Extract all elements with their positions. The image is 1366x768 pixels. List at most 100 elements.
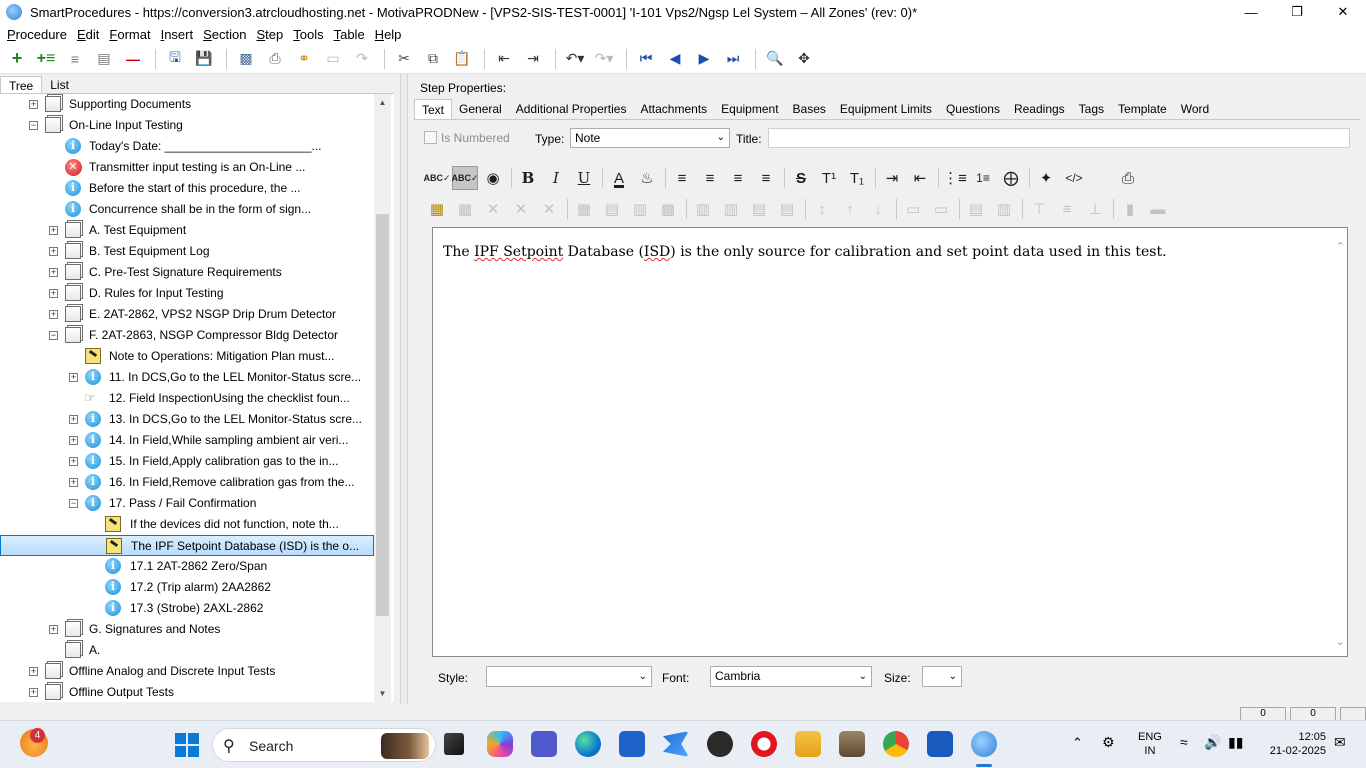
panel-splitter[interactable] xyxy=(400,74,408,704)
teams-icon[interactable] xyxy=(531,731,557,757)
expand-icon[interactable]: + xyxy=(49,247,58,256)
bold-icon[interactable]: B xyxy=(515,166,541,190)
insert-row-below-icon[interactable]: ▤ xyxy=(774,197,800,221)
paste-icon[interactable]: 📋 xyxy=(449,46,475,72)
battery-icon[interactable]: ▮▮ xyxy=(1228,734,1243,751)
tab-additional-properties[interactable]: Additional Properties xyxy=(509,99,634,119)
task-view-icon[interactable] xyxy=(444,733,464,755)
merge-down-icon[interactable]: ↓ xyxy=(865,197,891,221)
add-icon[interactable]: + xyxy=(4,46,30,72)
split-cells-icon[interactable]: ▭ xyxy=(928,197,954,221)
valign-top-icon[interactable]: ⊤ xyxy=(1026,197,1052,221)
tree-item[interactable]: i 17.1 2AT-2862 Zero/Span xyxy=(0,556,374,577)
select-column-icon[interactable]: ▥ xyxy=(991,197,1017,221)
increase-indent-icon[interactable]: ⇥ xyxy=(879,166,905,190)
row-height-icon[interactable]: ▬ xyxy=(1145,197,1171,221)
expand-icon[interactable]: + xyxy=(29,667,38,676)
outdent-icon[interactable]: ⇤ xyxy=(491,46,517,72)
notifications-icon[interactable]: ✉ xyxy=(1334,734,1346,751)
collapse-icon[interactable]: − xyxy=(49,331,58,340)
wifi-icon[interactable]: ≈ xyxy=(1180,734,1188,750)
delete-column-icon[interactable]: ✕ xyxy=(508,197,534,221)
tree-item[interactable]: + i 16. In Field,Remove calibration gas fr… xyxy=(0,472,374,493)
subscript-icon[interactable]: T₁ xyxy=(844,166,870,190)
font-color-icon[interactable]: A xyxy=(606,166,632,190)
superscript-icon[interactable]: T¹ xyxy=(816,166,842,190)
menu-edit[interactable]: Edit xyxy=(72,27,104,42)
find-icon[interactable]: 🔍 xyxy=(762,46,788,72)
editor-scroll-up-icon[interactable]: ⌃ xyxy=(1336,240,1345,253)
expand-icon[interactable]: + xyxy=(49,625,58,634)
last-icon[interactable]: ⏭ xyxy=(720,46,746,72)
align-left-icon[interactable]: ≡ xyxy=(669,166,695,190)
size-select[interactable]: ⌄ xyxy=(922,666,962,687)
network-status-icon[interactable]: ⚙ xyxy=(1102,734,1115,751)
clock[interactable]: 12:05 21-02-2025 xyxy=(1262,730,1326,758)
move-icon[interactable]: ✥ xyxy=(791,46,817,72)
minimize-button[interactable]: — xyxy=(1228,0,1274,24)
copilot-icon[interactable] xyxy=(487,731,513,757)
tab-word[interactable]: Word xyxy=(1174,99,1216,119)
font-select[interactable]: Cambria ⌄ xyxy=(710,666,872,687)
column-props-icon[interactable]: ▥ xyxy=(627,197,653,221)
volume-icon[interactable]: 🔊 xyxy=(1204,734,1221,751)
align-center-icon[interactable]: ≡ xyxy=(697,166,723,190)
tab-tags[interactable]: Tags xyxy=(1072,99,1111,119)
menu-procedure[interactable]: Procedure xyxy=(2,27,72,42)
tree-item[interactable]: + Supporting Documents xyxy=(0,94,374,115)
print-icon[interactable]: ⎙ xyxy=(262,46,288,72)
tree-item[interactable]: ✕ Transmitter input testing is an On-Line… xyxy=(0,157,374,178)
expand-icon[interactable]: + xyxy=(49,268,58,277)
tab-template[interactable]: Template xyxy=(1111,99,1174,119)
merge-cells-icon[interactable]: ▭ xyxy=(900,197,926,221)
tree-item[interactable]: + C. Pre-Test Signature Requirements xyxy=(0,262,374,283)
menu-table[interactable]: Table xyxy=(329,27,370,42)
delete-table-icon[interactable]: ✕ xyxy=(536,197,562,221)
export-icon[interactable]: ▩ xyxy=(233,46,259,72)
tree-item[interactable]: i 17.3 (Strobe) 2AXL-2862 xyxy=(0,598,374,619)
smartprocedures-taskbar-icon[interactable] xyxy=(971,731,997,757)
fill-color-icon[interactable]: ♨ xyxy=(634,166,660,190)
title-input[interactable] xyxy=(768,128,1350,148)
tree-item[interactable]: + G. Signatures and Notes xyxy=(0,619,374,640)
tree-item[interactable]: Note to Operations: Mitigation Plan must… xyxy=(0,346,374,367)
insert-column-right-icon[interactable]: ▥ xyxy=(718,197,744,221)
cell-color-icon[interactable]: ▩ xyxy=(655,197,681,221)
first-icon[interactable]: ⏮ xyxy=(633,46,659,72)
tree-scrollbar[interactable]: ▲ ▼ xyxy=(374,94,391,702)
expand-icon[interactable]: + xyxy=(69,373,78,382)
valign-middle-icon[interactable]: ≡ xyxy=(1054,197,1080,221)
collapse-icon[interactable]: − xyxy=(69,499,78,508)
tree-item[interactable]: + i 15. In Field,Apply calibration gas to … xyxy=(0,451,374,472)
tree-item[interactable]: + Offline Output Tests xyxy=(0,682,374,702)
is-numbered-checkbox[interactable] xyxy=(424,131,437,144)
valign-bottom-icon[interactable]: ⊥ xyxy=(1082,197,1108,221)
tree-item[interactable]: + A. Test Equipment xyxy=(0,220,374,241)
menu-insert[interactable]: Insert xyxy=(156,27,199,42)
editor-scroll-down-icon[interactable]: ⌄ xyxy=(1336,635,1345,648)
cell-props-icon[interactable]: ▦ xyxy=(571,197,597,221)
cut-icon[interactable]: ✂ xyxy=(391,46,417,72)
scroll-up-icon[interactable]: ▲ xyxy=(374,94,391,111)
style-select[interactable]: ⌄ xyxy=(486,666,652,687)
tab-bases[interactable]: Bases xyxy=(786,99,833,119)
add-child-icon[interactable]: +≡ xyxy=(33,46,59,72)
expand-icon[interactable]: + xyxy=(29,100,38,109)
expand-icon[interactable]: + xyxy=(29,688,38,697)
tree-item[interactable]: + B. Test Equipment Log xyxy=(0,241,374,262)
menu-step[interactable]: Step xyxy=(251,27,288,42)
save-icon[interactable]: 💾 xyxy=(191,46,217,72)
language-indicator[interactable]: ENG IN xyxy=(1138,730,1162,758)
previous-icon[interactable]: ◀ xyxy=(662,46,688,72)
menu-section[interactable]: Section xyxy=(198,27,251,42)
insert-table-icon[interactable]: ▦ xyxy=(424,197,450,221)
tree-item[interactable]: − On-Line Input Testing xyxy=(0,115,374,136)
tree-item[interactable]: If the devices did not function, note th… xyxy=(0,514,374,535)
field-icon[interactable]: ▭ xyxy=(320,46,346,72)
tab-text[interactable]: Text xyxy=(414,99,453,119)
spellcheck-auto-icon[interactable]: ABC✓ xyxy=(451,166,479,190)
edge-icon[interactable] xyxy=(575,731,601,757)
dell-icon[interactable] xyxy=(707,731,733,757)
highlight-icon[interactable]: ◉ xyxy=(480,166,506,190)
tree-item[interactable]: A. xyxy=(0,640,374,661)
